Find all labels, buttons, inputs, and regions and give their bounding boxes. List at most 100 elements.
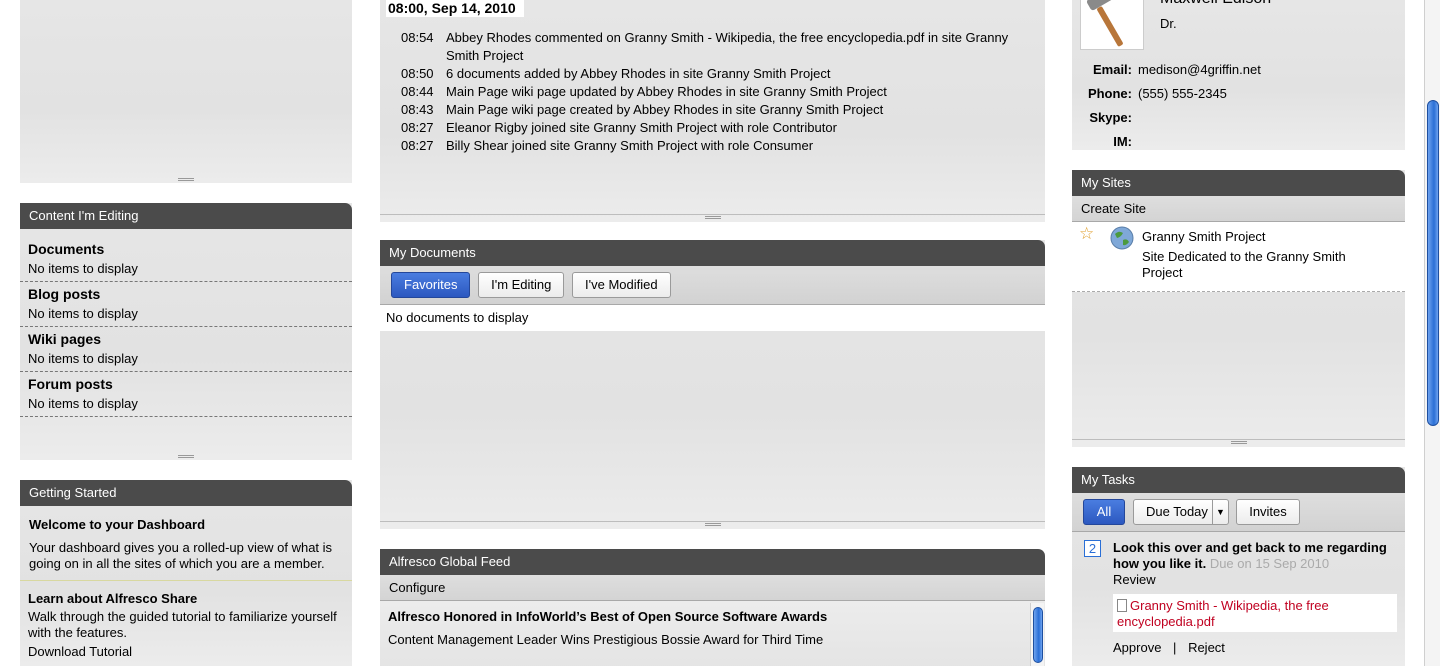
activities-dashlet: 08:00, Sep 14, 2010 08:54 Abbey Rhodes co…	[380, 0, 1045, 222]
empty-message: No documents to display	[380, 305, 1045, 331]
activity-text[interactable]: Eleanor Rigby joined site Granny Smith P…	[446, 119, 837, 137]
dashlet-title: Content I'm Editing	[20, 203, 352, 229]
empty-message: No items to display	[28, 261, 138, 276]
empty-message: No items to display	[28, 306, 138, 321]
task-type: Review	[1113, 572, 1156, 587]
phone-label: Phone:	[1087, 86, 1132, 101]
activity-text[interactable]: Main Page wiki page updated by Abbey Rho…	[446, 83, 887, 101]
activity-item: 08:54 Abbey Rhodes commented on Granny Sm…	[401, 29, 1036, 65]
activity-date-header: 08:00, Sep 14, 2010	[386, 0, 524, 17]
feed-headline[interactable]: Alfresco Honored in InfoWorld’s Best of …	[388, 609, 1025, 624]
phone-value: (555) 555-2345	[1138, 86, 1227, 101]
configure-link[interactable]: Configure	[380, 575, 1045, 601]
task-attachment: Granny Smith - Wikipedia, the free encyc…	[1113, 594, 1397, 632]
activity-time: 08:54	[401, 30, 434, 45]
modified-filter-button[interactable]: I've Modified	[572, 272, 671, 298]
download-tutorial-link[interactable]: Download Tutorial	[28, 644, 344, 659]
activity-text[interactable]: Abbey Rhodes commented on Granny Smith -…	[446, 29, 1036, 65]
learn-text: Walk through the guided tutorial to fami…	[28, 609, 337, 640]
activity-text[interactable]: Billy Shear joined site Granny Smith Pro…	[446, 137, 813, 155]
profile-name: Maxwell Edison	[1160, 0, 1271, 8]
dashlet-resizer[interactable]	[1230, 441, 1247, 444]
documents-filter-bar: Favorites I'm Editing I've Modified	[380, 266, 1045, 305]
create-site-link[interactable]: Create Site	[1072, 196, 1405, 222]
dashlet-title: My Sites	[1072, 170, 1405, 196]
email-label: Email:	[1092, 62, 1132, 77]
document-icon	[1117, 599, 1127, 612]
activity-item: 08:43 Main Page wiki page created by Abbe…	[401, 101, 1036, 119]
dashlet-resizer[interactable]	[704, 216, 721, 219]
learn-heading: Learn about Alfresco Share	[28, 591, 198, 606]
activity-text[interactable]: 6 documents added by Abbey Rhodes in sit…	[446, 65, 830, 83]
activity-list: 08:54 Abbey Rhodes commented on Granny Sm…	[401, 29, 1036, 155]
activity-time: 08:43	[401, 102, 434, 117]
section-heading: Wiki pages	[28, 331, 102, 347]
my-sites-dashlet: My Sites Create Site ☆ Granny Smith Proj…	[1072, 170, 1405, 447]
activity-item: 08:44 Main Page wiki page updated by Abbe…	[401, 83, 1036, 101]
activity-time: 08:27	[401, 120, 434, 135]
profile-dashlet: Maxwell Edison Dr. Email: medison@4griffi…	[1072, 0, 1405, 150]
task-priority-badge: 2	[1084, 540, 1101, 557]
content-editing-dashlet: Content I'm Editing Documents No items t…	[20, 203, 352, 460]
tasks-filter-bar: All Due Today ▼ Invites	[1072, 493, 1405, 532]
activity-text[interactable]: Main Page wiki page created by Abbey Rho…	[446, 101, 883, 119]
dashlet-resizer[interactable]	[178, 455, 194, 458]
editing-filter-button[interactable]: I'm Editing	[478, 272, 565, 298]
skype-label: Skype:	[1089, 110, 1132, 125]
my-documents-dashlet: My Documents Favorites I'm Editing I've …	[380, 240, 1045, 529]
reject-link[interactable]: Reject	[1188, 640, 1225, 655]
left-top-dashlet	[20, 0, 352, 183]
site-name[interactable]: Granny Smith Project	[1142, 229, 1266, 244]
global-feed-dashlet: Alfresco Global Feed Configure Alfresco …	[380, 549, 1045, 666]
chevron-down-icon[interactable]: ▼	[1212, 499, 1229, 525]
hammer-icon	[1086, 0, 1123, 47]
activity-time: 08:27	[401, 138, 434, 153]
empty-message: No items to display	[28, 396, 138, 411]
forum-posts-section: Forum posts No items to display	[20, 372, 352, 417]
section-heading: Forum posts	[28, 376, 113, 392]
section-heading: Documents	[28, 241, 105, 257]
page-scrollbar-thumb[interactable]	[1427, 100, 1439, 426]
welcome-text: Your dashboard gives you a rolled-up vie…	[29, 540, 333, 571]
dashlet-title: My Tasks	[1072, 467, 1405, 493]
feed-scrollbar[interactable]	[1030, 603, 1044, 666]
page-scrollbar[interactable]	[1424, 0, 1440, 666]
approve-link[interactable]: Approve	[1113, 640, 1161, 655]
dashlet-resizer[interactable]	[178, 178, 194, 181]
due-today-filter-button[interactable]: Due Today	[1133, 499, 1213, 525]
avatar	[1080, 0, 1144, 50]
feed-scrollbar-thumb[interactable]	[1033, 607, 1043, 663]
action-separator: |	[1173, 640, 1177, 655]
site-description: Site Dedicated to the Granny Smith Proje…	[1142, 249, 1346, 280]
favorites-filter-button[interactable]: Favorites	[391, 272, 471, 298]
task-due: Due on 15 Sep 2010	[1209, 556, 1330, 571]
activity-item: 08:50 6 documents added by Abbey Rhodes i…	[401, 65, 1036, 83]
dashlet-title: Getting Started	[20, 480, 352, 506]
blog-posts-section: Blog posts No items to display	[20, 282, 352, 327]
documents-section: Documents No items to display	[20, 229, 352, 282]
empty-message: No items to display	[28, 351, 138, 366]
task-document-link[interactable]: Granny Smith - Wikipedia, the free encyc…	[1117, 598, 1329, 629]
globe-icon	[1110, 226, 1134, 250]
section-heading: Blog posts	[28, 286, 101, 302]
activity-time: 08:50	[401, 66, 434, 81]
activity-time: 08:44	[401, 84, 434, 99]
invites-filter-button[interactable]: Invites	[1236, 499, 1300, 525]
task-item: 2 Look this over and get back to me rega…	[1072, 532, 1405, 666]
email-value[interactable]: medison@4griffin.net	[1138, 58, 1261, 82]
dashlet-title: My Documents	[380, 240, 1045, 266]
dashlet-title: Alfresco Global Feed	[380, 549, 1045, 575]
welcome-heading: Welcome to your Dashboard	[29, 517, 206, 532]
activity-item: 08:27 Billy Shear joined site Granny Smit…	[401, 137, 1036, 155]
site-list-item: ☆ Granny Smith Project Site Dedicated to…	[1072, 222, 1405, 292]
my-tasks-dashlet: My Tasks All Due Today ▼ Invites 2 Look …	[1072, 467, 1405, 666]
favorite-star-icon[interactable]: ☆	[1079, 224, 1094, 244]
all-filter-button[interactable]: All	[1083, 499, 1125, 525]
feed-subline: Content Management Leader Wins Prestigio…	[388, 632, 824, 647]
dashlet-resizer[interactable]	[704, 523, 721, 526]
im-label: IM:	[1113, 134, 1132, 149]
activity-item: 08:27 Eleanor Rigby joined site Granny Sm…	[401, 119, 1036, 137]
profile-title: Dr.	[1160, 16, 1177, 31]
getting-started-dashlet: Getting Started Welcome to your Dashboar…	[20, 480, 352, 666]
wiki-pages-section: Wiki pages No items to display	[20, 327, 352, 372]
